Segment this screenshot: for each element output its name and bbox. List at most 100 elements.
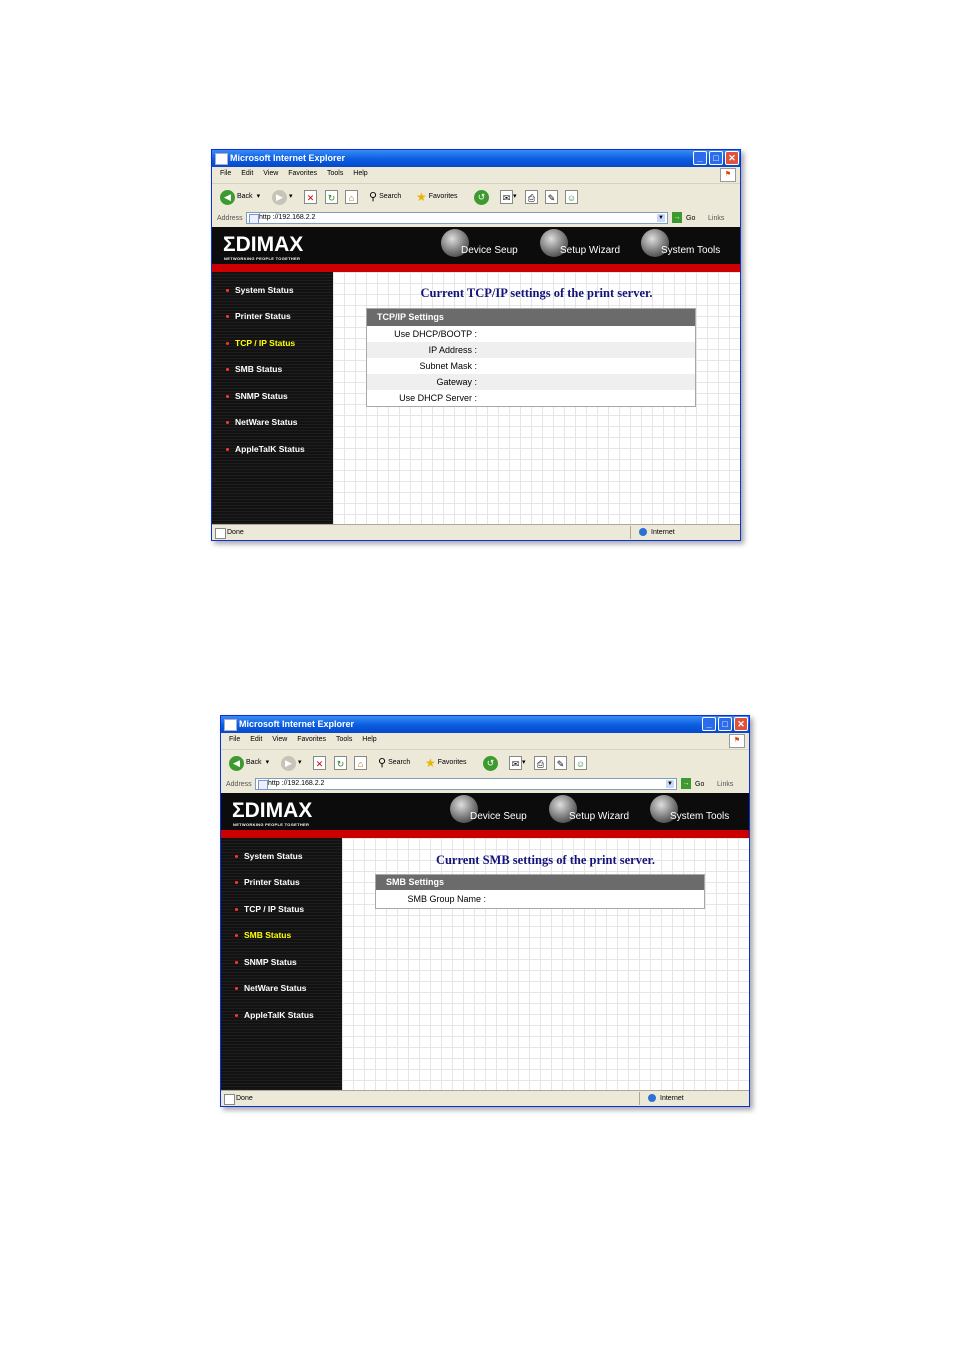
- dropdown-arrow-icon[interactable]: ▼: [666, 780, 674, 788]
- sidebar-item-smb-status[interactable]: SMB Status: [235, 930, 291, 940]
- back-label: Back: [237, 193, 253, 200]
- sidebar: System Status Printer Status TCP / IP St…: [212, 272, 333, 525]
- edit-button[interactable]: ✎: [545, 188, 558, 206]
- refresh-button[interactable]: ↻: [334, 754, 347, 772]
- edit-icon: ✎: [554, 756, 567, 770]
- stop-icon: ✕: [313, 756, 326, 770]
- maximize-button[interactable]: □: [718, 717, 732, 731]
- refresh-button[interactable]: ↻: [325, 188, 338, 206]
- printer-icon: ⎙: [525, 190, 538, 204]
- messenger-button[interactable]: ☺: [574, 754, 587, 772]
- sidebar-item-snmp-status[interactable]: SNMP Status: [226, 391, 288, 401]
- sidebar-item-system-status[interactable]: System Status: [235, 851, 303, 861]
- forward-button[interactable]: ▶ ▾: [281, 754, 302, 772]
- go-button[interactable]: Go: [686, 211, 695, 226]
- home-button[interactable]: ⌂: [354, 754, 367, 772]
- edit-button[interactable]: ✎: [554, 754, 567, 772]
- sidebar-item-tcpip-status[interactable]: TCP / IP Status: [226, 338, 295, 348]
- windows-logo-icon: ⚑: [729, 734, 745, 748]
- printer-icon: ⎙: [534, 756, 547, 770]
- bullet-icon: [235, 908, 238, 912]
- bullet-icon: [226, 342, 229, 346]
- sidebar-item-netware-status[interactable]: NetWare Status: [235, 983, 307, 993]
- sidebar-item-printer-status[interactable]: Printer Status: [226, 311, 291, 321]
- back-button[interactable]: ◀ Back ▾: [220, 188, 260, 206]
- favorites-label: Favorites: [437, 759, 467, 766]
- address-label: Address: [217, 215, 243, 222]
- address-input[interactable]: http ://192.168.2.2 ▼: [255, 778, 677, 790]
- go-arrow-icon[interactable]: →: [672, 212, 682, 223]
- status-bar: Done Internet: [221, 1090, 749, 1106]
- minimize-button[interactable]: _: [702, 717, 716, 731]
- close-button[interactable]: ✕: [734, 717, 748, 731]
- print-button[interactable]: ⎙: [525, 188, 538, 206]
- go-arrow-icon[interactable]: →: [681, 778, 691, 789]
- favorites-button[interactable]: ★ Favorites: [425, 754, 467, 772]
- settings-table: SMB Settings SMB Group Name :: [375, 874, 705, 909]
- history-icon: ↺: [474, 189, 489, 205]
- print-button[interactable]: ⎙: [534, 754, 547, 772]
- stop-button[interactable]: ✕: [313, 754, 326, 772]
- nav-label: System Tools: [661, 245, 721, 256]
- mail-button[interactable]: ✉ ▾: [500, 188, 517, 206]
- favorites-button[interactable]: ★ Favorites: [416, 188, 458, 206]
- bullet-icon: [235, 934, 238, 938]
- search-icon: ⚲: [369, 191, 378, 203]
- minimize-button[interactable]: _: [693, 151, 707, 165]
- history-button[interactable]: ↺: [483, 754, 500, 772]
- forward-button[interactable]: ▶ ▾: [272, 188, 293, 206]
- go-button[interactable]: Go: [695, 777, 704, 792]
- menu-tools[interactable]: Tools: [327, 170, 343, 177]
- menu-view[interactable]: View: [263, 170, 278, 177]
- sidebar-item-appletalk-status[interactable]: AppleTalK Status: [235, 1010, 314, 1020]
- menu-file[interactable]: File: [229, 736, 240, 743]
- sidebar-item-netware-status[interactable]: NetWare Status: [226, 417, 298, 427]
- menu-favorites[interactable]: Favorites: [297, 736, 326, 743]
- red-divider: [221, 830, 749, 838]
- main-panel: Current SMB settings of the print server…: [342, 838, 749, 1091]
- menu-help[interactable]: Help: [353, 170, 367, 177]
- search-button[interactable]: ⚲ Search: [378, 754, 410, 772]
- menu-help[interactable]: Help: [362, 736, 376, 743]
- row-label: SMB Group Name :: [407, 894, 486, 904]
- home-button[interactable]: ⌂: [345, 188, 358, 206]
- back-button[interactable]: ◀ Back ▾: [229, 754, 269, 772]
- links-button[interactable]: Links: [708, 211, 724, 226]
- sidebar-item-tcpip-status[interactable]: TCP / IP Status: [235, 904, 304, 914]
- table-row: Gateway :: [367, 374, 695, 390]
- sidebar-item-printer-status[interactable]: Printer Status: [235, 877, 300, 887]
- menu-tools[interactable]: Tools: [336, 736, 352, 743]
- bullet-icon: [235, 881, 238, 885]
- dropdown-arrow-icon[interactable]: ▼: [657, 214, 665, 222]
- menu-edit[interactable]: Edit: [250, 736, 262, 743]
- sidebar-item-smb-status[interactable]: SMB Status: [226, 364, 282, 374]
- star-icon: ★: [425, 756, 436, 770]
- messenger-button[interactable]: ☺: [565, 188, 578, 206]
- links-button[interactable]: Links: [717, 777, 733, 792]
- stop-button[interactable]: ✕: [304, 188, 317, 206]
- bullet-icon: [226, 368, 229, 372]
- close-button[interactable]: ✕: [725, 151, 739, 165]
- sidebar-item-appletalk-status[interactable]: AppleTalK Status: [226, 444, 305, 454]
- mail-button[interactable]: ✉ ▾: [509, 754, 526, 772]
- nav-label: Setup Wizard: [560, 245, 621, 256]
- sidebar-item-system-status[interactable]: System Status: [226, 285, 294, 295]
- sidebar: System Status Printer Status TCP / IP St…: [221, 838, 342, 1091]
- menu-file[interactable]: File: [220, 170, 231, 177]
- maximize-button[interactable]: □: [709, 151, 723, 165]
- menu-edit[interactable]: Edit: [241, 170, 253, 177]
- back-arrow-icon: ◀: [220, 189, 235, 205]
- page-content: ΣDIMAX NETWORKING PEOPLE TOGETHER Device…: [221, 793, 749, 1091]
- home-icon: ⌂: [354, 756, 367, 770]
- browser-window-smb: Microsoft Internet Explorer _ □ ✕ File E…: [220, 715, 750, 1107]
- menu-favorites[interactable]: Favorites: [288, 170, 317, 177]
- address-input[interactable]: http ://192.168.2.2 ▼: [246, 212, 668, 224]
- menu-view[interactable]: View: [272, 736, 287, 743]
- address-url: http ://192.168.2.2: [268, 780, 325, 787]
- home-icon: ⌂: [345, 190, 358, 204]
- page-icon: [258, 780, 268, 790]
- search-button[interactable]: ⚲ Search: [369, 188, 401, 206]
- history-button[interactable]: ↺: [474, 188, 491, 206]
- page-icon: [249, 214, 259, 224]
- sidebar-item-snmp-status[interactable]: SNMP Status: [235, 957, 297, 967]
